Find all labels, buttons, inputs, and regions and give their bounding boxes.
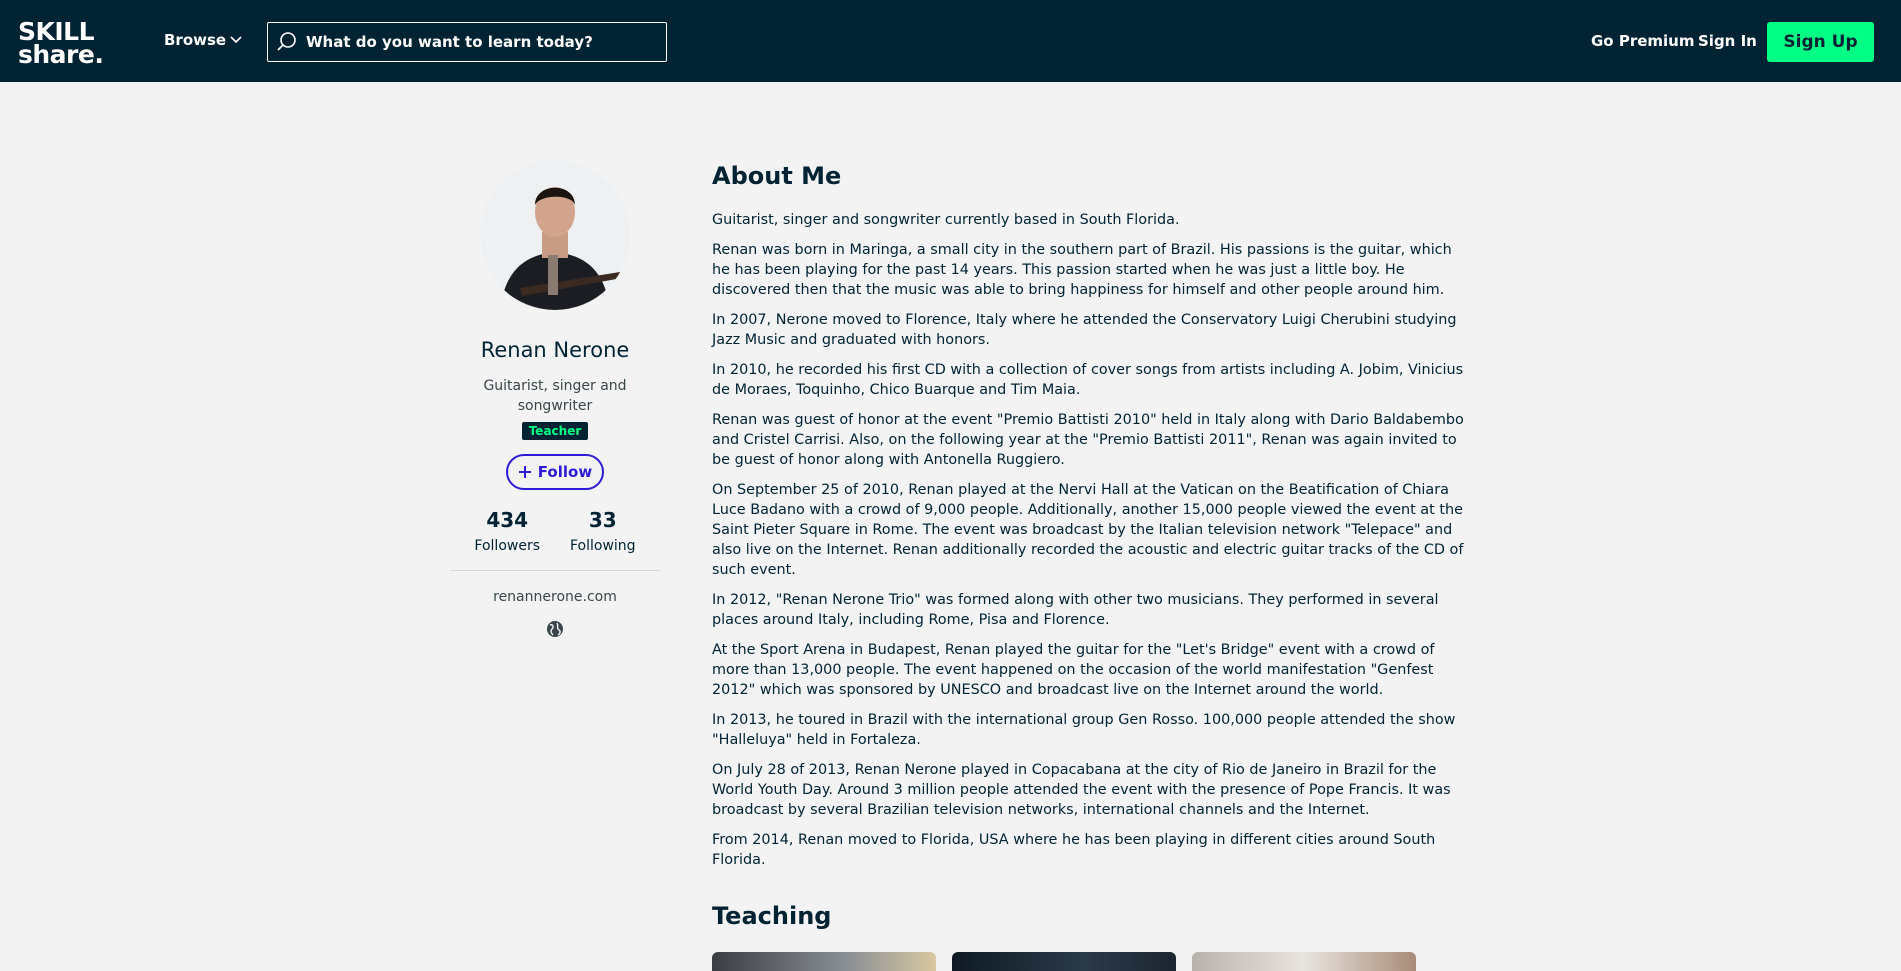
search-input[interactable] bbox=[306, 33, 646, 51]
profile-name: Renan Nerone bbox=[480, 338, 630, 362]
plus-icon bbox=[518, 466, 531, 478]
website-link[interactable]: renannerone.com bbox=[450, 589, 660, 605]
bio-paragraph: Renan was born in Maringa, a small city … bbox=[712, 242, 1452, 298]
bio-paragraph: Guitarist, singer and songwriter current… bbox=[712, 212, 1180, 228]
divider bbox=[450, 570, 660, 571]
class-card-thumbnail[interactable] bbox=[952, 952, 1176, 971]
following-count: 33 bbox=[588, 508, 617, 532]
followers-label: Followers bbox=[474, 538, 540, 554]
bio-paragraph: Renan was guest of honor at the event "P… bbox=[712, 412, 1464, 468]
logo-line-2: share. bbox=[18, 40, 104, 69]
profile-headline: Guitarist, singer and songwriter bbox=[483, 378, 627, 414]
browse-label: Browse bbox=[164, 31, 227, 49]
browse-menu[interactable]: Browse bbox=[164, 31, 242, 49]
bio-paragraph: At the Sport Arena in Budapest, Renan pl… bbox=[712, 642, 1435, 698]
followers-stat[interactable]: 434 Followers bbox=[474, 508, 540, 554]
teacher-badge: Teacher bbox=[521, 422, 589, 440]
sign-in-link[interactable]: Sign In bbox=[1698, 32, 1757, 50]
profile-stats: 434 Followers 33 Following bbox=[450, 508, 660, 554]
bio-text: Guitarist, singer and songwriter current… bbox=[712, 210, 1472, 870]
go-premium-link[interactable]: Go Premium bbox=[1591, 32, 1694, 50]
bio-paragraph: From 2014, Renan moved to Florida, USA w… bbox=[712, 832, 1436, 868]
bio-paragraph: In 2013, he toured in Brazil with the in… bbox=[712, 712, 1456, 748]
top-navigation-bar: SKILL share. Browse Go Premium Sign In S… bbox=[0, 0, 1901, 82]
profile-sidebar: Renan Nerone Guitarist, singer and songw… bbox=[450, 160, 660, 639]
avatar bbox=[480, 160, 630, 310]
bio-paragraph: On September 25 of 2010, Renan played at… bbox=[712, 482, 1464, 578]
chevron-down-icon bbox=[230, 36, 242, 44]
follow-button[interactable]: Follow bbox=[506, 454, 604, 490]
class-card-thumbnail[interactable] bbox=[1192, 952, 1416, 971]
skillshare-logo[interactable]: SKILL share. bbox=[18, 19, 104, 69]
bio-paragraph: On July 28 of 2013, Renan Nerone played … bbox=[712, 762, 1451, 818]
bio-paragraph: In 2012, "Renan Nerone Trio" was formed … bbox=[712, 592, 1439, 628]
bio-paragraph: In 2010, he recorded his first CD with a… bbox=[712, 362, 1464, 398]
following-stat[interactable]: 33 Following bbox=[570, 508, 636, 554]
about-section: About Me Guitarist, singer and songwrite… bbox=[712, 162, 1472, 880]
teaching-cards bbox=[712, 952, 1416, 971]
globe-icon[interactable] bbox=[545, 619, 565, 639]
search-icon bbox=[276, 31, 298, 53]
bio-paragraph: In 2007, Nerone moved to Florence, Italy… bbox=[712, 312, 1457, 348]
follow-label: Follow bbox=[537, 463, 593, 481]
sign-up-button[interactable]: Sign Up bbox=[1767, 22, 1874, 62]
class-card-thumbnail[interactable] bbox=[712, 952, 936, 971]
teaching-title: Teaching bbox=[712, 902, 832, 930]
following-label: Following bbox=[570, 538, 636, 554]
followers-count: 434 bbox=[486, 508, 529, 532]
search-box[interactable] bbox=[267, 22, 667, 62]
about-title: About Me bbox=[712, 162, 842, 190]
